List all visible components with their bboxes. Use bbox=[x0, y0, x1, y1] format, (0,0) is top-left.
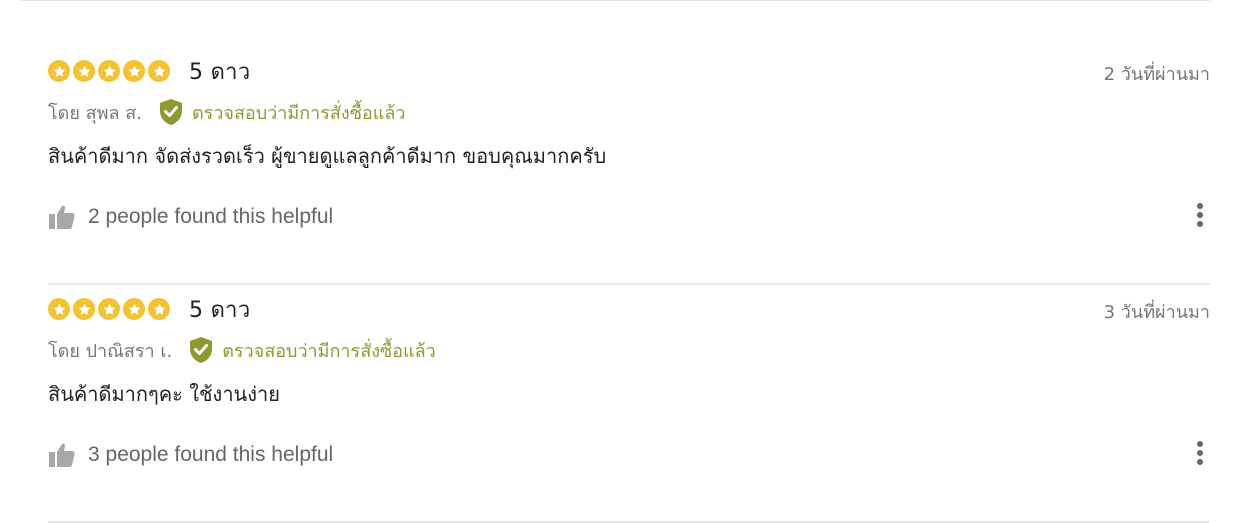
review-text: สินค้าดีมาก จัดส่งรวดเร็ว ผู้ขายดูแลลูกค… bbox=[48, 144, 607, 168]
helpful-row: 2 people found this helpful bbox=[48, 202, 333, 232]
author-row: โดย ปาณิสรา เ. ตรวจสอบว่ามีการสั่งซื้อแล… bbox=[48, 335, 436, 365]
helpful-row: 3 people found this helpful bbox=[48, 440, 333, 470]
rating-label: 5 ดาว bbox=[189, 59, 251, 85]
star-icon bbox=[73, 298, 95, 320]
shield-check-icon bbox=[188, 336, 214, 364]
thumbs-up-icon[interactable] bbox=[48, 203, 76, 231]
star-icon bbox=[48, 298, 70, 320]
star-icon bbox=[148, 298, 170, 320]
star-rating bbox=[48, 298, 173, 320]
thumbs-up-icon[interactable] bbox=[48, 441, 76, 469]
star-icon bbox=[123, 298, 145, 320]
star-icon bbox=[98, 298, 120, 320]
review-date: 3 วันที่ผ่านมา bbox=[1103, 302, 1210, 323]
helpful-count-text: 3 people found this helpful bbox=[88, 443, 334, 466]
top-divider bbox=[20, 0, 1210, 1]
review-item: 5 ดาว 2 วันที่ผ่านมา โดย สุพล ส. ตรวจสอบ… bbox=[48, 48, 1210, 285]
helpful-count-text: 2 people found this helpful bbox=[88, 205, 334, 228]
more-options-button[interactable] bbox=[1190, 200, 1210, 230]
more-options-button[interactable] bbox=[1190, 438, 1210, 468]
review-date: 2 วันที่ผ่านมา bbox=[1103, 64, 1210, 85]
star-icon bbox=[123, 60, 145, 82]
verified-purchase-label: ตรวจสอบว่ามีการสั่งซื้อแล้ว bbox=[191, 102, 406, 124]
star-icon bbox=[48, 60, 70, 82]
review-divider bbox=[48, 283, 1210, 285]
review-author: โดย ปาณิสรา เ. bbox=[48, 340, 173, 362]
star-icon bbox=[148, 60, 170, 82]
more-vertical-icon bbox=[1197, 441, 1203, 465]
verified-purchase-label: ตรวจสอบว่ามีการสั่งซื้อแล้ว bbox=[222, 340, 436, 362]
review-text: สินค้าดีมากๆคะ ใช้งานง่าย bbox=[48, 382, 280, 406]
star-rating bbox=[48, 60, 173, 82]
rating-label: 5 ดาว bbox=[189, 297, 251, 323]
author-row: โดย สุพล ส. ตรวจสอบว่ามีการสั่งซื้อแล้ว bbox=[48, 97, 405, 127]
star-icon bbox=[98, 60, 120, 82]
rating-row: 5 ดาว bbox=[48, 56, 250, 86]
rating-row: 5 ดาว bbox=[48, 294, 250, 324]
review-author: โดย สุพล ส. bbox=[48, 102, 142, 124]
star-icon bbox=[73, 60, 95, 82]
shield-check-icon bbox=[158, 98, 184, 126]
review-item: 5 ดาว 3 วันที่ผ่านมา โดย ปาณิสรา เ. ตรวจ… bbox=[48, 286, 1210, 523]
more-vertical-icon bbox=[1197, 203, 1203, 227]
